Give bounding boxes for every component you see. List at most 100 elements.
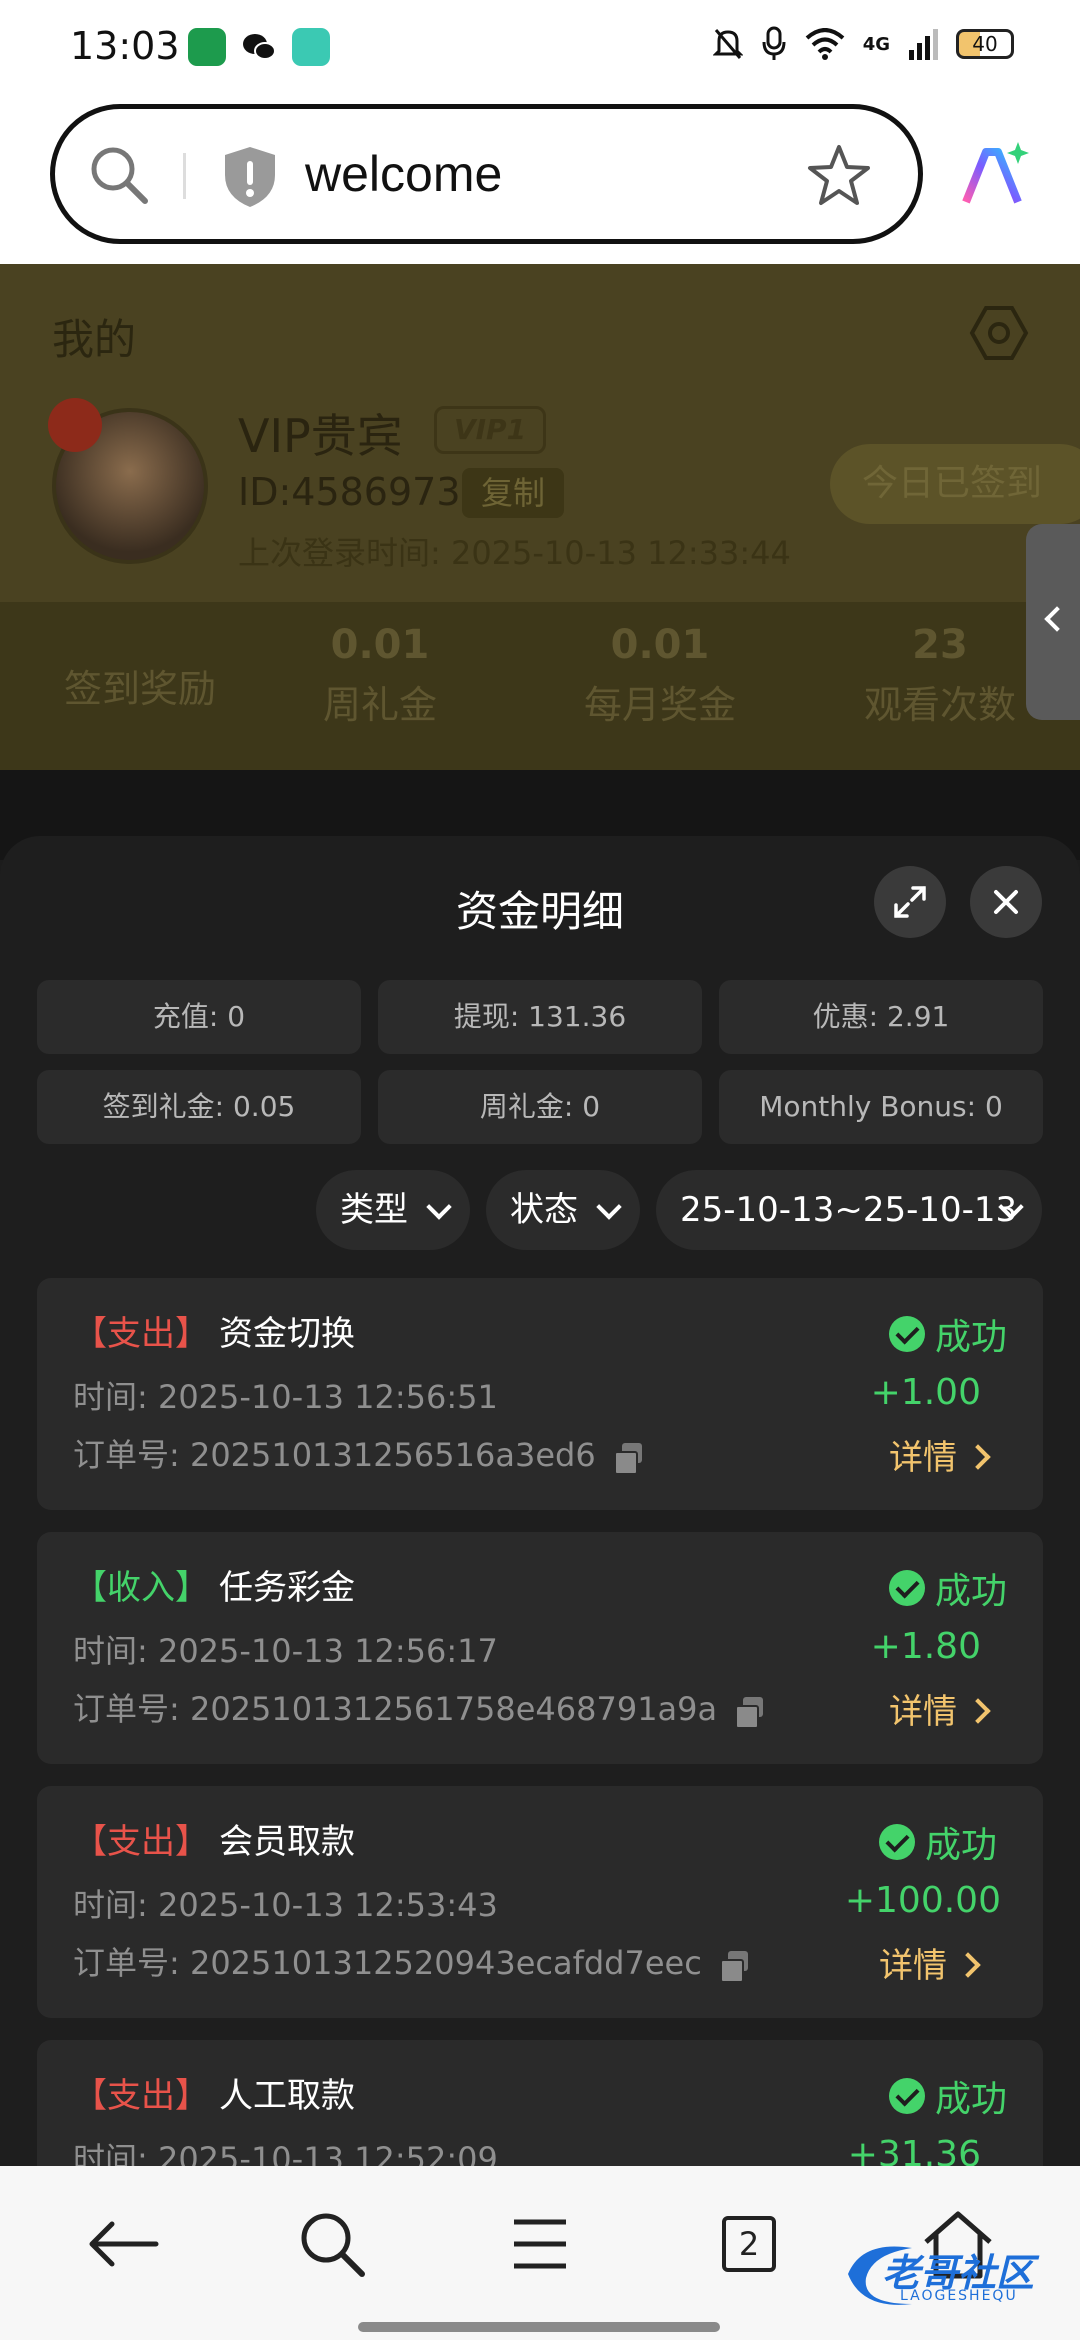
back-arrow-icon[interactable] [84, 2204, 164, 2284]
oppo-app-icon [188, 28, 226, 66]
check-circle-icon [888, 1570, 925, 1606]
divider [183, 153, 186, 199]
vip-level-badge: VIP1 [434, 406, 546, 454]
url-text[interactable]: welcome [305, 145, 502, 203]
tx-detail-link[interactable]: 详情 [889, 1430, 987, 1479]
tx-direction-tag: 【收入】 [73, 1568, 209, 1608]
summary-withdraw: 提现: 131.36 [378, 980, 702, 1054]
tx-direction-tag: 【支出】 [73, 1314, 209, 1354]
bookmark-star-icon[interactable] [806, 143, 872, 209]
transaction-card[interactable]: 【支出】 会员取款 时间: 2025-10-13 12:53:43 订单号: 20… [37, 1786, 1043, 2018]
mute-icon [712, 29, 743, 59]
tx-amount: +1.00 [870, 1372, 981, 1413]
wechat-icon [240, 28, 278, 66]
tx-amount: +31.36 [847, 2134, 981, 2166]
tabs-button[interactable]: 2 [708, 2204, 788, 2284]
tx-time: 时间: 2025-10-13 12:56:51 [73, 1378, 498, 1416]
tx-direction-tag: 【支出】 [73, 2076, 209, 2116]
wifi-icon [805, 28, 845, 60]
check-circle-icon [888, 1316, 925, 1352]
date-range-label: 25-10-13~25-10-13 [680, 1190, 1018, 1230]
tx-status: 成功 [888, 1562, 1007, 1614]
tx-time: 时间: 2025-10-13 12:56:17 [73, 1632, 498, 1670]
stat-signin-reward[interactable]: 签到奖励 [40, 652, 240, 713]
tx-status: 成功 [888, 2070, 1007, 2122]
last-login-time: 上次登录时间: 2025-10-13 12:33:44 [238, 534, 791, 572]
type-filter-label: 类型 [340, 1190, 408, 1230]
page-title: 我的 [52, 315, 137, 364]
date-range-dropdown[interactable]: 25-10-13~25-10-13 [656, 1170, 1042, 1250]
user-id: ID:4586973 [238, 470, 461, 514]
stat-monthly-bonus[interactable]: 0.01 每月奖金 [560, 622, 760, 729]
copy-id-button[interactable]: 复制 [462, 468, 564, 518]
summary-discount: 优惠: 2.91 [719, 980, 1043, 1054]
tx-amount: +100.00 [844, 1880, 1001, 1921]
summary-recharge: 充值: 0 [37, 980, 361, 1054]
tx-status: 成功 [888, 1308, 1007, 1360]
copy-icon[interactable] [613, 1443, 642, 1475]
browser-toolbar: welcome [0, 96, 1080, 264]
status-filter-dropdown[interactable]: 状态 [486, 1170, 640, 1250]
tx-order-number: 订单号: 2025101312520943ecafdd7eec [73, 1944, 702, 1982]
tx-detail-link[interactable]: 详情 [879, 1938, 977, 1987]
expand-button[interactable] [874, 866, 946, 938]
check-circle-icon [888, 2078, 925, 2114]
vip-name: VIP贵宾 [238, 409, 403, 463]
tx-order-number: 订单号: 2025101312561758e468791a9a [73, 1690, 718, 1728]
signed-in-button[interactable]: 今日已签到 [830, 444, 1080, 524]
status-bar: 13:03 4G 40 [0, 0, 1080, 96]
menu-icon[interactable] [500, 2204, 580, 2284]
summary-monthly-bonus: Monthly Bonus: 0 [719, 1070, 1043, 1144]
profile-section: 我的 VIP贵宾 VIP1 ID:4586973 复制 上次登录时间: 2025… [0, 264, 1080, 770]
tx-name: 资金切换 [219, 1314, 355, 1354]
expand-icon [894, 886, 926, 918]
summary-signin-gift: 签到礼金: 0.05 [37, 1070, 361, 1144]
copy-icon[interactable] [735, 1697, 764, 1729]
stat-weekly-gift[interactable]: 0.01 周礼金 [300, 622, 460, 729]
summary-weekly-gift: 周礼金: 0 [378, 1070, 702, 1144]
shield-warning-icon[interactable] [221, 145, 279, 209]
watermark-logo: 老哥社区 LAOGESHEQU [842, 2234, 1062, 2314]
ai-assistant-icon[interactable] [958, 138, 1030, 210]
funds-detail-sheet: 资金明细 充值: 0 提现: 131.36 优惠: 2.91 签到礼金: 0.0… [0, 836, 1080, 2166]
transaction-card[interactable]: 【支出】 人工取款 时间: 2025-10-13 12:52:09 成功 +31.… [37, 2040, 1043, 2166]
stat-view-count[interactable]: 23 观看次数 [840, 622, 1040, 729]
network-label: 4G [862, 33, 890, 55]
tabs-count: 2 [722, 2216, 776, 2272]
search-icon[interactable] [85, 141, 155, 211]
transaction-card[interactable]: 【收入】 任务彩金 时间: 2025-10-13 12:56:17 订单号: 20… [37, 1532, 1043, 1764]
chevron-down-icon [426, 1194, 452, 1220]
check-circle-icon [878, 1824, 915, 1860]
close-button[interactable] [970, 866, 1042, 938]
tx-detail-link[interactable]: 详情 [889, 1684, 987, 1733]
tx-direction-tag: 【支出】 [73, 1822, 209, 1862]
signal-icon [909, 29, 938, 60]
close-icon [994, 890, 1018, 914]
watermark-subtext: LAOGESHEQU [900, 2288, 1018, 2304]
country-flag-icon [48, 398, 102, 452]
address-bar[interactable]: welcome [50, 104, 923, 244]
transaction-card[interactable]: 【支出】 资金切换 时间: 2025-10-13 12:56:51 订单号: 20… [37, 1278, 1043, 1510]
tx-time: 时间: 2025-10-13 12:53:43 [73, 1886, 498, 1924]
tx-name: 人工取款 [219, 2076, 355, 2116]
tx-status: 成功 [878, 1816, 997, 1868]
tx-order-number: 订单号: 202510131256516a3ed6 [73, 1436, 596, 1474]
tx-name: 任务彩金 [219, 1568, 355, 1608]
side-drawer-handle[interactable] [1026, 524, 1080, 720]
status-filter-label: 状态 [510, 1190, 578, 1230]
battery-indicator: 40 [956, 29, 1014, 59]
stats-row: 签到奖励 0.01 周礼金 0.01 每月奖金 23 观看次数 [0, 602, 1080, 770]
type-filter-dropdown[interactable]: 类型 [316, 1170, 470, 1250]
copy-icon[interactable] [719, 1951, 748, 1983]
chevron-down-icon [596, 1194, 622, 1220]
search-icon[interactable] [292, 2204, 372, 2284]
tx-amount: +1.80 [870, 1626, 981, 1667]
gesture-home-bar[interactable] [358, 2322, 720, 2332]
settings-gear-icon[interactable] [968, 302, 1030, 364]
tx-time: 时间: 2025-10-13 12:52:09 [73, 2140, 498, 2166]
tx-name: 会员取款 [219, 1822, 355, 1862]
mic-icon [762, 26, 786, 60]
music-app-icon [292, 28, 330, 66]
clock: 13:03 [70, 24, 180, 68]
status-icons: 4G 40 [712, 26, 1014, 62]
